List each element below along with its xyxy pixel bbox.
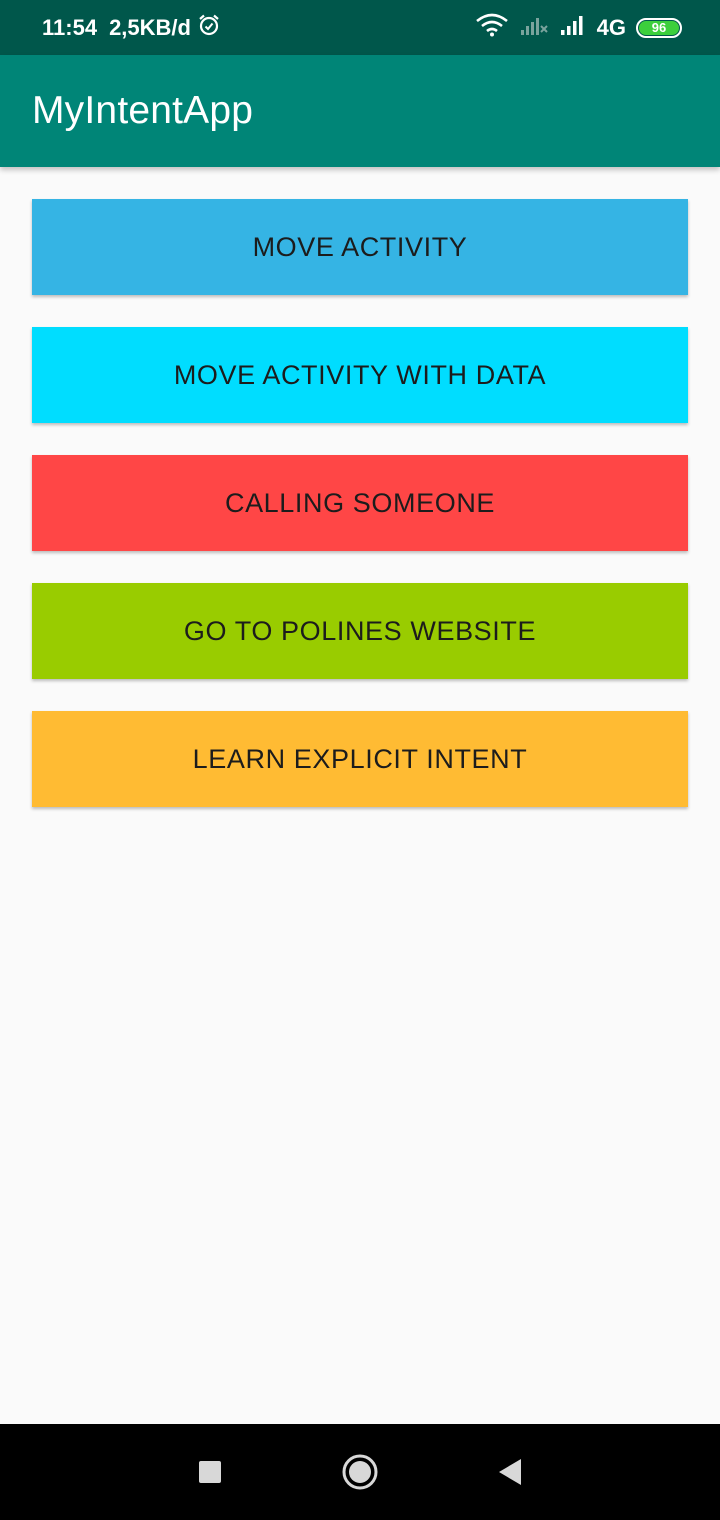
app-bar: MyIntentApp [0,55,720,167]
learn-explicit-intent-button[interactable]: LEARN EXPLICIT INTENT [32,711,688,807]
move-activity-button[interactable]: MOVE ACTIVITY [32,199,688,295]
calling-someone-button[interactable]: CALLING SOMEONE [32,455,688,551]
recents-icon[interactable] [185,1447,235,1497]
status-left: 11:54 2,5KB/d [42,13,221,43]
status-data-speed: 2,5KB/d [109,14,191,40]
alarm-icon [197,13,221,43]
battery-level: 96 [639,20,679,35]
go-to-polines-website-button[interactable]: GO TO POLINES WEBSITE [32,583,688,679]
status-time: 11:54 [42,14,98,40]
signal-icon [559,14,587,41]
app-title: MyIntentApp [32,89,254,132]
network-type: 4G [596,14,626,40]
navigation-bar [0,1424,720,1520]
wifi-icon [475,13,509,42]
battery-icon: 96 [636,17,682,38]
home-icon[interactable] [335,1447,385,1497]
no-signal-sim-icon [519,14,549,41]
button-list: MOVE ACTIVITY MOVE ACTIVITY WITH DATA CA… [32,199,688,839]
move-activity-with-data-button[interactable]: MOVE ACTIVITY WITH DATA [32,327,688,423]
status-bar: 11:54 2,5KB/d 4G 96 [0,0,720,55]
screen: 11:54 2,5KB/d 4G 96 MyIntentApp MOVE ACT… [0,0,720,1520]
status-right: 4G 96 [475,13,682,42]
back-icon[interactable] [485,1447,535,1497]
